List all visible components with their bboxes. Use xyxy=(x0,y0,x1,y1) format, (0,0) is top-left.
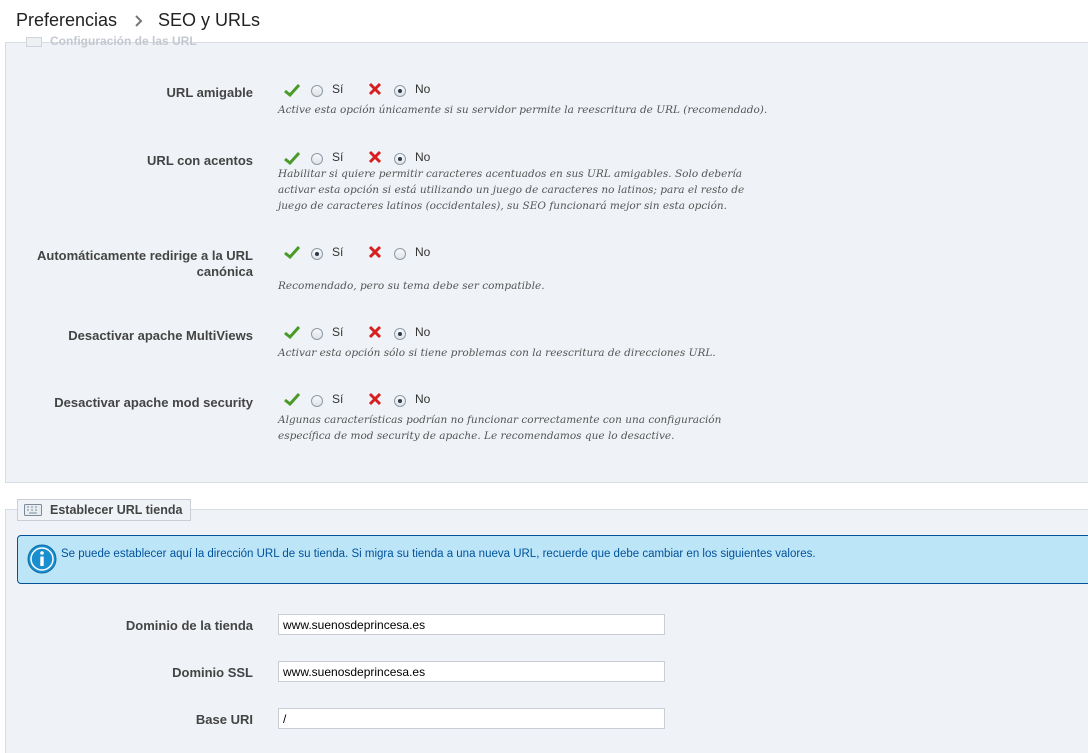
x-icon xyxy=(368,150,382,164)
check-icon xyxy=(284,83,300,97)
canonical-redirect-yes-label[interactable]: Sí xyxy=(332,245,343,259)
keyboard-icon xyxy=(24,504,42,516)
canonical-redirect-help: Recomendado, pero su tema debe ser compa… xyxy=(278,280,545,292)
x-icon xyxy=(368,325,382,339)
mod-security-yes-radio[interactable] xyxy=(311,395,323,407)
mod-security-no-label[interactable]: No xyxy=(415,392,430,406)
shop-url-legend: Establecer URL tienda xyxy=(17,499,192,521)
accented-url-no-radio[interactable] xyxy=(394,153,406,165)
x-icon xyxy=(368,392,382,406)
friendly-url-no-radio[interactable] xyxy=(394,85,406,97)
friendly-url-no-label[interactable]: No xyxy=(415,82,430,96)
friendly-url-help: Active esta opción únicamente si su serv… xyxy=(278,104,768,116)
multiviews-no-label[interactable]: No xyxy=(415,325,430,339)
shop-domain-label: Dominio de la tienda xyxy=(125,618,253,633)
breadcrumb-parent[interactable]: Preferencias xyxy=(16,10,117,31)
canonical-redirect-no-radio[interactable] xyxy=(394,248,406,260)
mod-security-help: Algunas características podrían no funci… xyxy=(278,414,722,442)
ssl-domain-label: Dominio SSL xyxy=(172,665,253,680)
info-text: Se puede establecer aquí la dirección UR… xyxy=(61,548,816,560)
x-icon xyxy=(368,82,382,96)
check-icon xyxy=(284,245,300,259)
check-icon xyxy=(284,392,300,406)
canonical-redirect-label: Automáticamente redirige a la URL canónic… xyxy=(37,248,253,279)
mod-security-label: Desactivar apache mod security xyxy=(54,395,253,410)
keyboard-icon xyxy=(26,36,42,47)
x-icon xyxy=(368,245,382,259)
mod-security-yes-label[interactable]: Sí xyxy=(332,392,343,406)
chevron-right-icon xyxy=(135,15,143,27)
shop-domain-input[interactable] xyxy=(278,614,665,635)
multiviews-help: Activar esta opción sólo si tiene proble… xyxy=(278,347,716,359)
friendly-url-yes-label[interactable]: Sí xyxy=(332,82,343,96)
accented-url-label: URL con acentos xyxy=(147,153,253,168)
multiviews-label: Desactivar apache MultiViews xyxy=(68,328,253,343)
base-uri-label: Base URI xyxy=(195,712,253,727)
check-icon xyxy=(284,325,300,339)
canonical-redirect-yes-radio[interactable] xyxy=(311,248,323,260)
page-title: SEO y URLs xyxy=(158,10,261,30)
multiviews-yes-label[interactable]: Sí xyxy=(332,325,343,339)
accented-url-help: Habilitar si quiere permitir caracteres … xyxy=(278,168,745,212)
ssl-domain-input[interactable] xyxy=(278,661,665,682)
multiviews-no-radio[interactable] xyxy=(394,328,406,340)
friendly-url-yes-radio[interactable] xyxy=(311,85,323,97)
multiviews-yes-radio[interactable] xyxy=(311,328,323,340)
friendly-url-label: URL amigable xyxy=(166,85,253,100)
check-icon xyxy=(284,151,300,165)
url-config-legend: Configuración de las URL xyxy=(20,34,220,50)
canonical-redirect-no-label[interactable]: No xyxy=(415,245,430,259)
base-uri-input[interactable] xyxy=(278,708,665,729)
info-message: Se puede establecer aquí la dirección UR… xyxy=(17,535,1088,584)
mod-security-no-radio[interactable] xyxy=(394,395,406,407)
accented-url-no-label[interactable]: No xyxy=(415,150,430,164)
accented-url-yes-label[interactable]: Sí xyxy=(332,150,343,164)
info-icon xyxy=(27,544,57,574)
accented-url-yes-radio[interactable] xyxy=(311,153,323,165)
